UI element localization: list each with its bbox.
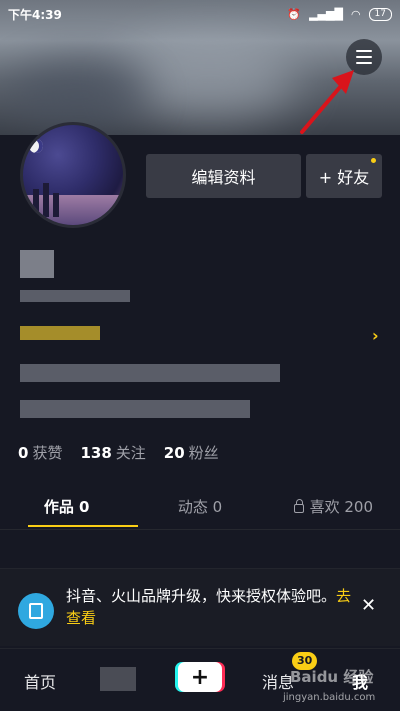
close-icon[interactable]: ✕ bbox=[361, 595, 376, 616]
add-friend-button[interactable]: + 好友 bbox=[306, 154, 382, 198]
cover-blur-shape bbox=[120, 40, 300, 120]
redacted-bio-line bbox=[20, 400, 250, 418]
hamburger-icon bbox=[356, 50, 372, 52]
notice-text: 抖音、火山品牌升级，快来授权体验吧。去查看 bbox=[66, 587, 352, 627]
tab-works[interactable]: 作品 0 bbox=[0, 490, 138, 529]
redacted-account-id bbox=[20, 290, 130, 302]
tab-home[interactable]: 首页 bbox=[24, 669, 56, 693]
profile-tabs: 作品 0 动态 0 喜欢 200 bbox=[0, 490, 400, 530]
status-bar: 下午4:39 ⏰ ▂▄▆█ ◠ 17 bbox=[0, 0, 400, 28]
add-friend-label: + 好友 bbox=[318, 168, 370, 187]
active-tab-indicator bbox=[28, 525, 138, 527]
create-post-button[interactable]: + bbox=[178, 662, 222, 692]
profile-stats: 0 获赞 138 关注 20 粉丝 bbox=[18, 442, 219, 463]
battery-icon: 17 bbox=[368, 7, 392, 21]
lock-icon bbox=[293, 499, 304, 513]
alarm-icon: ⏰ bbox=[287, 7, 302, 21]
avatar[interactable] bbox=[20, 122, 126, 228]
status-time: 下午4:39 bbox=[8, 7, 62, 22]
signal-icon: ▂▄▆█ bbox=[309, 7, 343, 21]
menu-button[interactable] bbox=[346, 39, 382, 75]
stat-likes[interactable]: 0 获赞 bbox=[18, 442, 62, 463]
redacted-username bbox=[20, 250, 54, 278]
edit-profile-button[interactable]: 编辑资料 bbox=[146, 154, 301, 198]
moon-shape bbox=[29, 139, 43, 153]
notice-icon bbox=[18, 593, 54, 629]
tab-likes[interactable]: 喜欢 200 bbox=[267, 490, 400, 529]
redacted-verification-link[interactable] bbox=[20, 326, 100, 340]
wifi-icon: ◠ bbox=[350, 7, 361, 21]
chevron-right-icon[interactable]: › bbox=[372, 326, 379, 345]
status-icons: ⏰ ▂▄▆█ ◠ 17 bbox=[287, 7, 392, 21]
watermark-logo: Baidu 经验 bbox=[290, 668, 374, 686]
redacted-tab-label[interactable] bbox=[100, 667, 136, 691]
redacted-bio-line bbox=[20, 364, 280, 382]
stat-followers[interactable]: 20 粉丝 bbox=[164, 442, 219, 463]
cover-blur-shape bbox=[10, 60, 150, 130]
tab-dynamics[interactable]: 动态 0 bbox=[133, 490, 266, 529]
stat-following[interactable]: 138 关注 bbox=[80, 442, 145, 463]
brand-upgrade-notice: 抖音、火山品牌升级，快来授权体验吧。去查看 ✕ bbox=[0, 568, 400, 646]
notification-dot bbox=[371, 158, 376, 163]
watermark-url: jingyan.baidu.com bbox=[283, 692, 376, 703]
